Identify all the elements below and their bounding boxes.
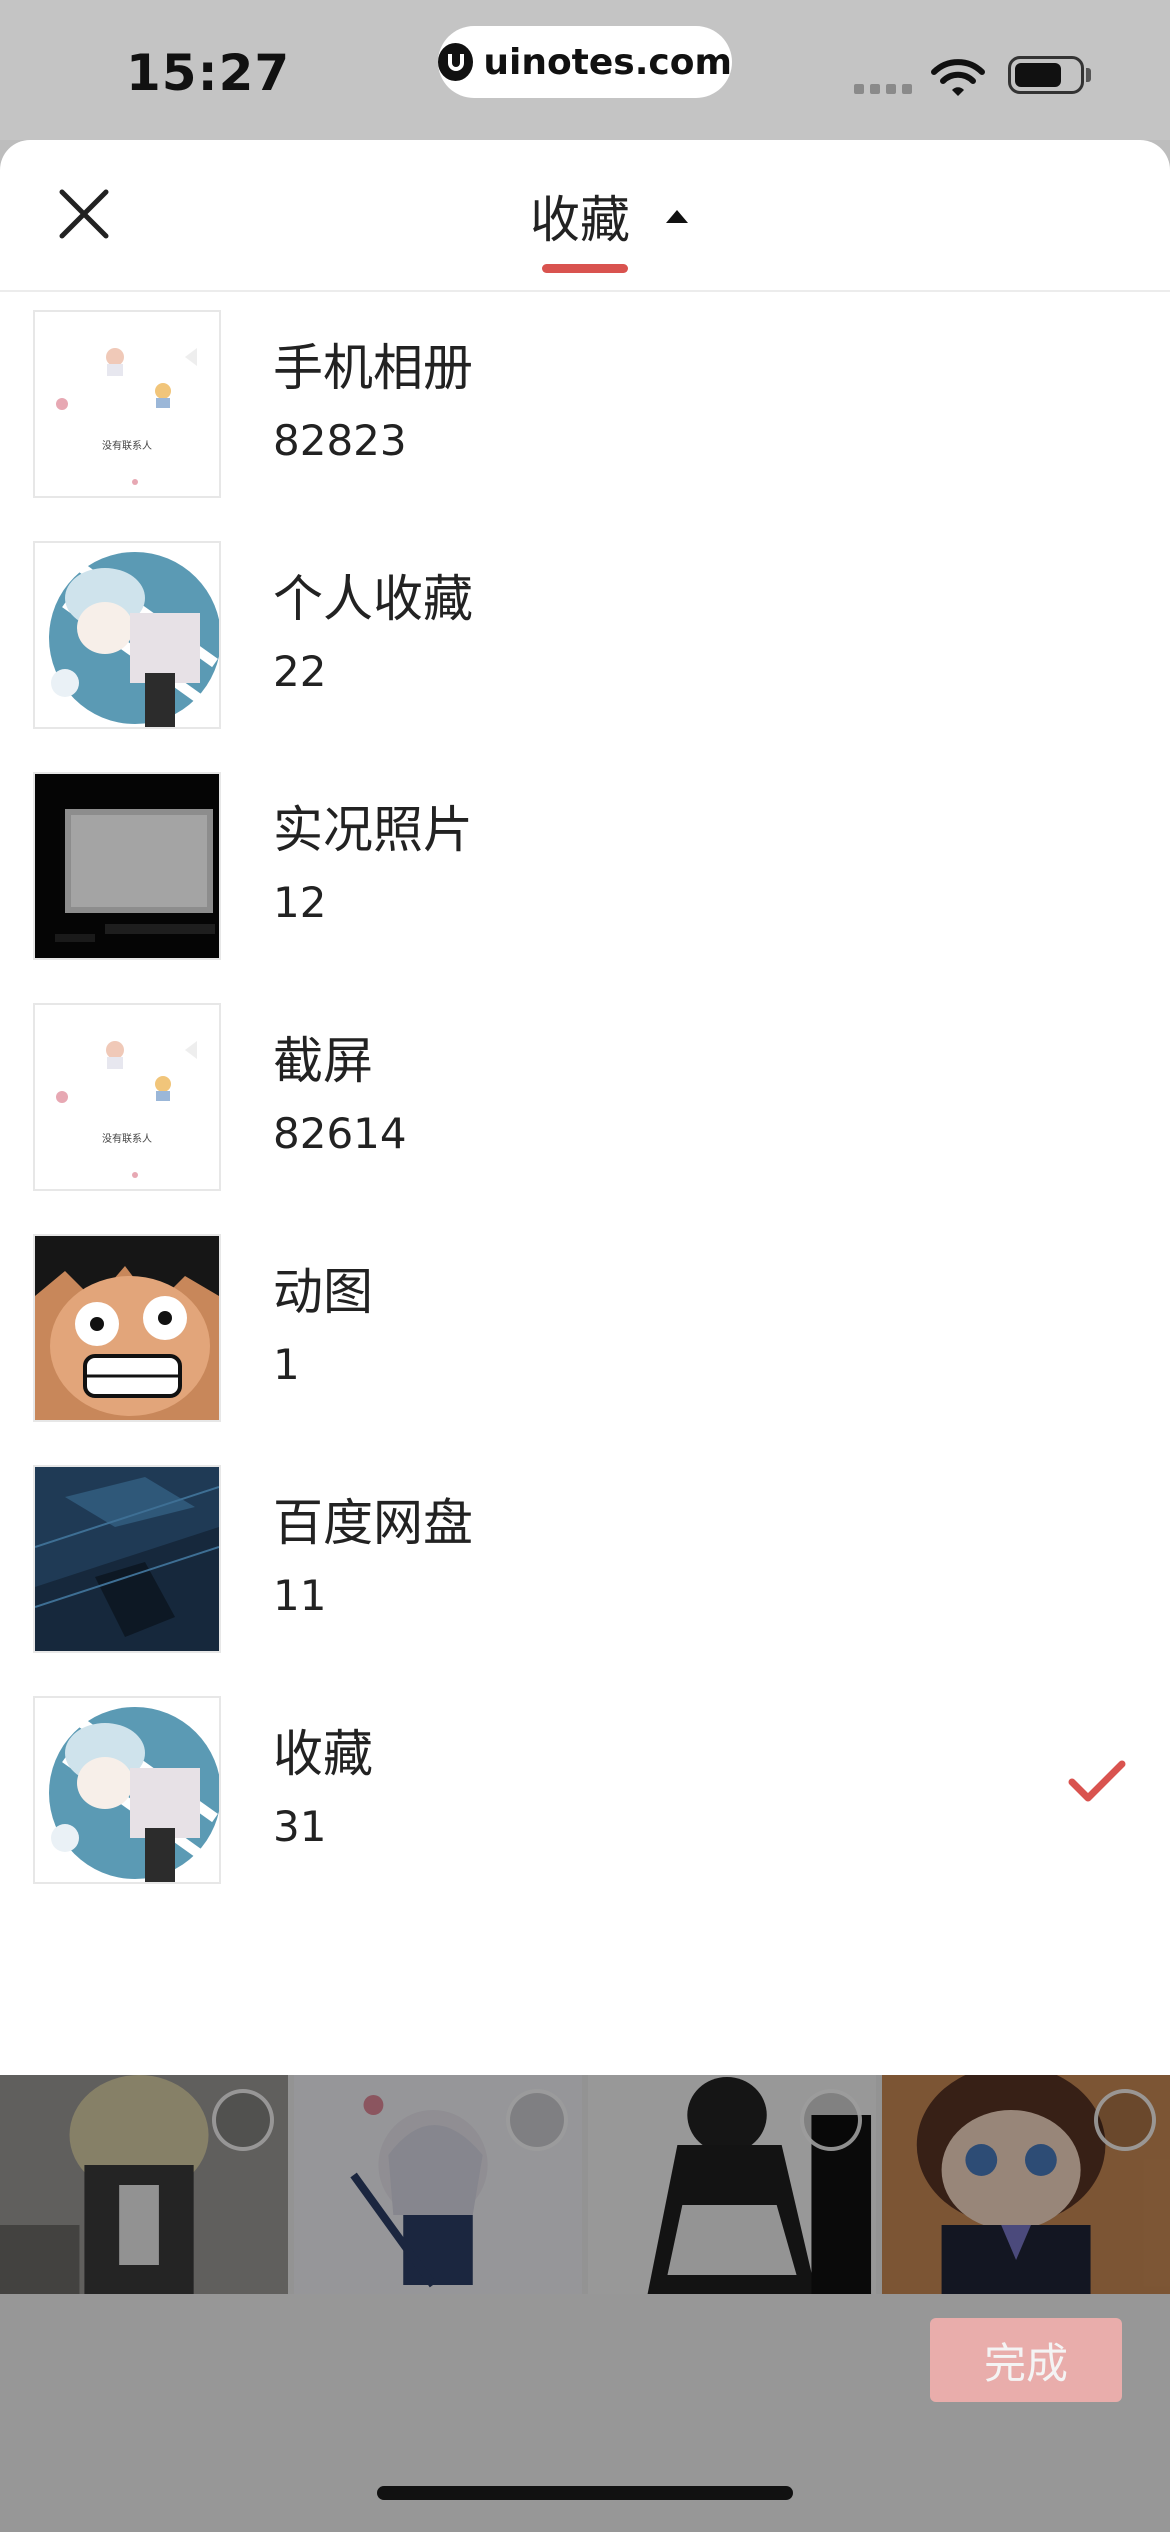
home-indicator [377,2486,793,2500]
album-name: 动图 [273,1263,373,1321]
url-pill: uinotes.com [438,26,732,98]
album-name: 收藏 [273,1725,373,1783]
status-time: 15:27 [126,44,291,102]
album-name: 截屏 [273,1032,373,1090]
cellular-signal-icon [854,84,912,94]
album-thumbnail [33,772,221,960]
album-name: 百度网盘 [273,1494,473,1552]
album-count: 31 [273,1802,327,1851]
caret-up-icon [666,209,688,223]
photo-thumb[interactable] [588,2075,876,2294]
album-count: 82823 [273,416,407,465]
svg-text:没有联系人: 没有联系人 [102,439,152,452]
photo-thumb[interactable] [882,2075,1170,2294]
sheet-header: 收藏 [0,140,1170,292]
album-count: 22 [273,647,327,696]
album-item[interactable]: 没有联系人 手机相册 82823 [0,310,1170,541]
svg-text:没有联系人: 没有联系人 [102,1132,152,1145]
close-icon[interactable] [54,184,114,244]
album-item[interactable]: 收藏 31 [0,1696,1170,1927]
url-text: uinotes.com [483,41,732,83]
photo-strip [0,2075,1170,2294]
status-bar: 15:27 uinotes.com [0,0,1170,140]
album-item[interactable]: 百度网盘 11 [0,1465,1170,1696]
sheet-title: 收藏 [530,191,630,249]
album-title-dropdown[interactable]: 收藏 [530,180,688,252]
photo-thumb[interactable] [0,2075,288,2294]
album-item[interactable]: 个人收藏 22 [0,541,1170,772]
album-name: 个人收藏 [273,570,473,628]
site-logo-icon [438,43,474,81]
album-thumbnail [33,1234,221,1422]
album-thumbnail [33,1696,221,1884]
done-button[interactable]: 完成 [930,2318,1122,2402]
album-list: 没有联系人 手机相册 82823 个人收藏 22 实况照片 12 没有联系人 截… [0,310,1170,1927]
album-count: 11 [273,1571,327,1620]
album-name: 手机相册 [273,339,473,397]
select-circle[interactable] [212,2089,274,2151]
select-circle[interactable] [800,2089,862,2151]
checkmark-icon [1068,1760,1126,1802]
battery-icon [1008,56,1084,94]
title-underline [542,264,628,273]
wifi-icon [931,59,985,96]
album-item[interactable]: 实况照片 12 [0,772,1170,1003]
album-thumbnail [33,541,221,729]
select-circle[interactable] [1094,2089,1156,2151]
photo-thumb[interactable] [294,2075,582,2294]
album-count: 1 [273,1340,300,1389]
album-thumbnail: 没有联系人 [33,310,221,498]
album-thumbnail: 没有联系人 [33,1003,221,1191]
album-name: 实况照片 [273,801,473,859]
album-picker-sheet: 收藏 没有联系人 手机相册 82823 个人收藏 22 实况照片 12 没有联系… [0,140,1170,2075]
select-circle[interactable] [506,2089,568,2151]
album-count: 82614 [273,1109,407,1158]
album-item[interactable]: 动图 1 [0,1234,1170,1465]
album-item[interactable]: 没有联系人 截屏 82614 [0,1003,1170,1234]
album-thumbnail [33,1465,221,1653]
battery-tip [1086,68,1091,82]
album-count: 12 [273,878,327,927]
